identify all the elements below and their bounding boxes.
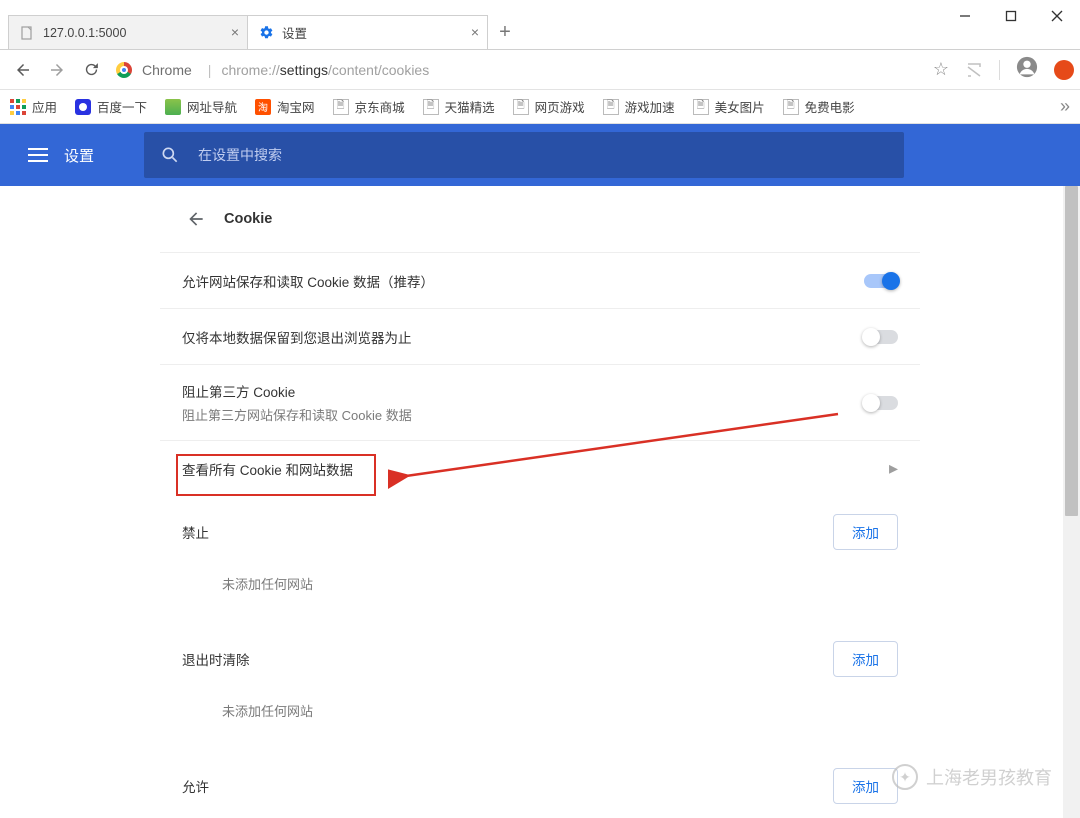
toggle-switch[interactable] [864,274,898,288]
tab-title: 127.0.0.1:5000 [43,26,126,40]
section-title: Cookie [224,211,272,227]
add-button[interactable]: 添加 [833,641,898,677]
file-icon: 🗎 [603,99,619,115]
window-close[interactable] [1034,0,1080,32]
bookmark-item[interactable]: 🗎网页游戏 [513,97,585,116]
hao-icon [165,99,181,115]
tab-strip: 127.0.0.1:5000 × 设置 × + [0,12,1080,50]
settings-search-input[interactable] [198,147,888,163]
omnibox-product-label: Chrome [142,62,192,78]
reload-button[interactable] [74,53,108,87]
tab-settings[interactable]: 设置 × [248,15,488,49]
file-icon: 🗎 [783,99,799,115]
bookmark-item[interactable]: 淘淘宝网 [255,97,315,116]
toggle-row-block-third-party[interactable]: 阻止第三方 Cookie 阻止第三方网站保存和读取 Cookie 数据 [160,364,920,440]
back-button[interactable] [6,53,40,87]
gear-icon [258,25,274,41]
vertical-scrollbar[interactable] [1063,186,1080,818]
tab-localhost[interactable]: 127.0.0.1:5000 × [8,15,248,49]
settings-card: Cookie 允许网站保存和读取 Cookie 数据（推荐） 仅将本地数据保留到… [160,186,920,818]
list-title-block: 禁止 [182,522,209,542]
toggle-row-allow-cookies[interactable]: 允许网站保存和读取 Cookie 数据（推荐） [160,252,920,308]
file-icon: 🗎 [423,99,439,115]
forward-button[interactable] [40,53,74,87]
settings-header: 设置 [0,124,1080,186]
toolbar: Chrome | chrome://settings/content/cooki… [0,50,1080,90]
tab-title: 设置 [282,23,307,42]
window-maximize[interactable] [988,0,1034,32]
file-icon: 🗎 [513,99,529,115]
empty-text: 未添加任何网站 [182,701,898,720]
bookmark-item[interactable]: 🗎游戏加速 [603,97,675,116]
bookmark-item[interactable]: 百度一下 [75,97,147,116]
list-title-allow: 允许 [182,776,209,796]
apps-shortcut[interactable]: 应用 [10,97,57,116]
toolbar-separator [999,60,1000,80]
close-icon[interactable]: × [471,24,479,40]
bookmark-item[interactable]: 🗎免费电影 [783,97,855,116]
profile-avatar[interactable] [1016,56,1038,83]
watermark: ✦ 上海老男孩教育 [892,764,1052,790]
toggle-switch[interactable] [864,396,898,410]
chrome-icon [116,62,132,78]
baidu-icon [75,99,91,115]
settings-title: 设置 [64,145,94,166]
window-controls [942,0,1080,32]
apps-icon [10,99,26,115]
menu-icon[interactable] [16,133,60,177]
add-button[interactable]: 添加 [833,514,898,550]
chevron-right-icon: ▸ [889,458,898,479]
bookmark-bar: 应用 百度一下 网址导航 淘淘宝网 🗎京东商城 🗎天猫精选 🗎网页游戏 🗎游戏加… [0,90,1080,124]
close-icon[interactable]: × [231,24,239,40]
bookmark-item[interactable]: 🗎美女图片 [693,97,765,116]
extension-icon[interactable] [1054,60,1074,80]
list-title-clear-on-exit: 退出时清除 [182,649,250,669]
window-minimize[interactable] [942,0,988,32]
omnibox[interactable]: Chrome | chrome://settings/content/cooki… [108,56,933,84]
back-arrow-button[interactable] [178,201,214,237]
file-icon: 🗎 [333,99,349,115]
toggle-row-keep-until-exit[interactable]: 仅将本地数据保留到您退出浏览器为止 [160,308,920,364]
add-button[interactable]: 添加 [833,768,898,804]
new-tab-button[interactable]: + [488,15,522,49]
file-icon [19,25,35,41]
bookmark-item[interactable]: 网址导航 [165,97,237,116]
omnibox-url: chrome://settings/content/cookies [221,62,429,78]
file-icon: 🗎 [693,99,709,115]
taobao-icon: 淘 [255,99,271,115]
scrollbar-thumb[interactable] [1065,186,1078,516]
bookmark-overflow[interactable]: » [1060,96,1070,117]
empty-text: 未添加任何网站 [182,574,898,593]
omnibox-separator: | [208,62,212,78]
cast-icon[interactable] [965,61,983,79]
search-icon [160,145,180,165]
bookmark-item[interactable]: 🗎天猫精选 [423,97,495,116]
star-icon[interactable]: ☆ [933,59,949,80]
settings-search[interactable] [144,132,904,178]
link-row-see-all-cookies[interactable]: 查看所有 Cookie 和网站数据 ▸ [160,440,920,496]
bookmark-item[interactable]: 🗎京东商城 [333,97,405,116]
wechat-icon: ✦ [892,764,918,790]
toggle-switch[interactable] [864,330,898,344]
